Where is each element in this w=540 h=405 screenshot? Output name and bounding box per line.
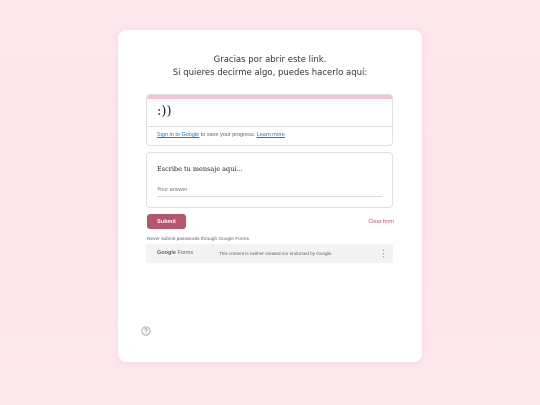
help-circle-icon[interactable]: [141, 326, 151, 336]
signin-prompt-text: to save your progress.: [199, 132, 257, 138]
question-card: Escribe tu mensaje aquí...: [146, 152, 393, 208]
form-title: :)): [157, 104, 172, 119]
endorsement-disclaimer: This content is neither created nor endo…: [219, 251, 333, 256]
more-vert-icon[interactable]: [382, 249, 385, 258]
intro-line-2: Si quieres decirme algo, puedes hacerlo …: [172, 68, 368, 78]
form-card: Gracias por abrir este link. Si quieres …: [118, 30, 422, 362]
form-header-accent-bar: [147, 95, 392, 99]
google-forms-logo-forms: Forms: [175, 250, 194, 256]
intro-text: Gracias por abrir este link. Si quieres …: [118, 54, 422, 80]
clear-form-button[interactable]: Clear form: [354, 214, 394, 229]
signin-prompt: Sign in to Google to save your progress.…: [157, 132, 285, 138]
sign-in-link[interactable]: Sign in to Google: [157, 132, 199, 138]
question-label: Escribe tu mensaje aquí...: [157, 165, 243, 173]
answer-input[interactable]: [157, 184, 382, 197]
submit-button[interactable]: Submit: [147, 214, 186, 229]
form-header-card: :)) Sign in to Google to save your progr…: [146, 94, 393, 146]
google-forms-logo-google: Google: [157, 250, 176, 256]
footer-bar: Google Forms This content is neither cre…: [146, 244, 393, 263]
intro-line-1: Gracias por abrir este link.: [213, 55, 327, 65]
learn-more-link[interactable]: Learn more: [257, 132, 285, 138]
header-divider: [147, 126, 392, 127]
password-warning: Never submit passwords through Google Fo…: [147, 237, 251, 242]
google-forms-logo[interactable]: Google Forms: [157, 250, 193, 256]
